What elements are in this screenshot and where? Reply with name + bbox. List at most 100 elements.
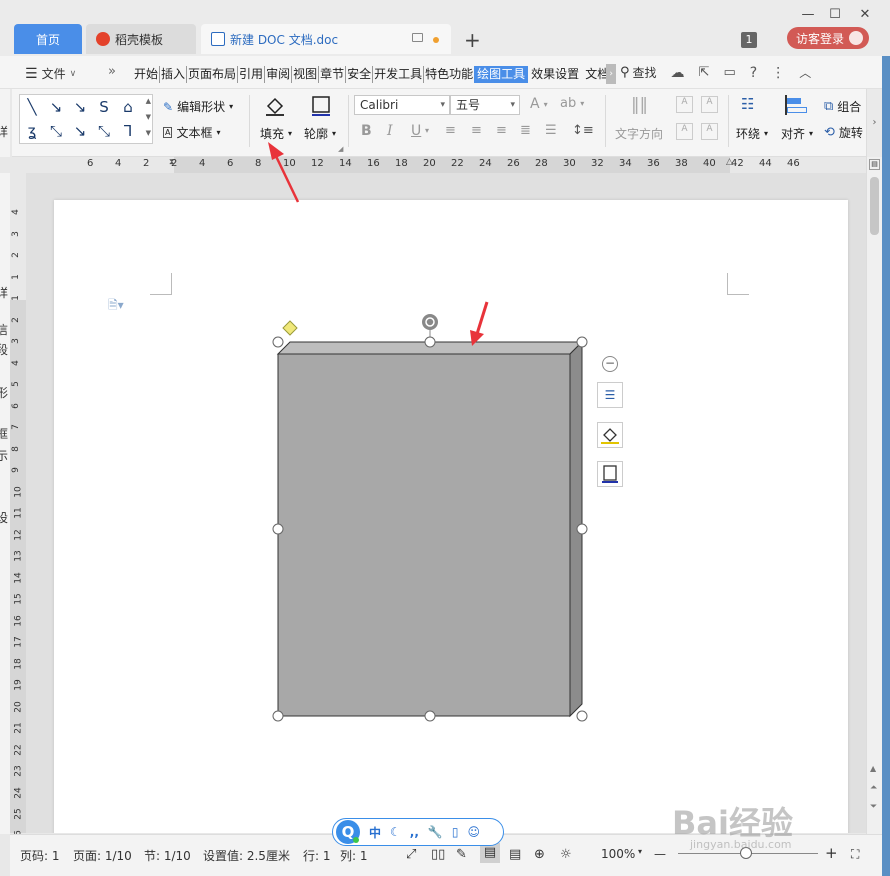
zoom-out-button[interactable]: —: [654, 847, 666, 861]
resize-handle-b[interactable]: [424, 710, 436, 722]
italic-button[interactable]: I: [387, 123, 393, 139]
status-page-number[interactable]: 页码: 1: [20, 847, 60, 864]
status-row[interactable]: 行: 1: [303, 847, 331, 864]
chevron-down-icon[interactable]: ▾: [425, 126, 429, 135]
menu-tab-view[interactable]: 视图: [292, 65, 320, 83]
rotate-button[interactable]: ⟲ 旋转: [824, 124, 863, 141]
tab-home[interactable]: 首页: [14, 24, 82, 54]
edit-shape-button[interactable]: ✎ 编辑形状 ▾: [163, 98, 233, 115]
align-left-icon[interactable]: ≡: [445, 123, 456, 138]
connector-shape-icon[interactable]: ⤡: [48, 123, 64, 139]
menu-tab-chapter[interactable]: 章节: [319, 65, 347, 83]
menu-tab-drawing-tools[interactable]: 绘图工具: [474, 65, 529, 83]
align-right-icon[interactable]: ≡: [496, 123, 507, 138]
menu-tab-text-cut[interactable]: 文档: [584, 66, 606, 83]
outline-view-icon[interactable]: ▤: [509, 847, 521, 862]
clipboard-icon[interactable]: ▯: [452, 825, 459, 839]
page-view-icon[interactable]: ▤: [480, 843, 500, 863]
rotate-handle-icon[interactable]: [422, 314, 438, 330]
collapse-quick-tools-icon[interactable]: −: [602, 356, 618, 372]
font-family-select[interactable]: Calibri ▾: [354, 95, 450, 115]
resize-handle-r[interactable]: [576, 523, 588, 535]
help-button[interactable]: ?: [750, 65, 757, 81]
resize-handle-br[interactable]: [576, 710, 588, 722]
resize-handle-bl[interactable]: [272, 710, 284, 722]
add-tab-button[interactable]: +: [464, 28, 481, 52]
right-indent-marker-icon[interactable]: △: [726, 157, 733, 167]
more-menu-icon[interactable]: »: [108, 64, 116, 79]
group-button[interactable]: ⧉ 组合: [824, 98, 861, 115]
wrench-icon[interactable]: 🔧: [428, 825, 443, 839]
tab-document[interactable]: 新建 DOC 文档.doc: [201, 24, 451, 54]
menu-tab-effect[interactable]: 效果设置: [530, 66, 580, 83]
status-column[interactable]: 列: 1: [340, 847, 368, 864]
smiley-icon[interactable]: ☺: [467, 825, 480, 839]
edit-mode-icon[interactable]: ✎: [456, 847, 467, 862]
web-view-icon[interactable]: ⊕: [534, 847, 545, 862]
vertical-scrollbar[interactable]: ▤ ▲ ⏶ ⏷: [866, 157, 882, 834]
adjust-handle-icon[interactable]: [282, 320, 298, 336]
text-align-bottom-icon[interactable]: A: [676, 123, 693, 140]
wrap-button[interactable]: ☷ 环绕 ▾: [734, 95, 774, 147]
eye-protect-icon[interactable]: ☼: [560, 847, 572, 862]
status-setting-value[interactable]: 设置值: 2.5厘米: [203, 847, 290, 864]
moon-icon[interactable]: ☾: [390, 825, 401, 839]
chevron-down-icon[interactable]: ▾: [638, 847, 642, 856]
more-options-icon[interactable]: ⋮: [771, 65, 785, 81]
resize-handle-t[interactable]: [424, 336, 436, 348]
document-page[interactable]: 🗎▾ − ☰: [54, 200, 848, 833]
read-mode-icon[interactable]: ▯▯: [431, 847, 445, 862]
curve-shape-icon[interactable]: S: [96, 99, 112, 115]
gallery-down-icon[interactable]: ▼: [146, 113, 151, 121]
menu-tab-developer[interactable]: 开发工具: [373, 65, 425, 83]
resize-handle-tr[interactable]: [576, 336, 588, 348]
menu-scroll-right-icon[interactable]: ›: [606, 64, 617, 84]
text-direction-button[interactable]: ‖‖ 文字方向: [615, 95, 669, 147]
shape-gallery[interactable]: ╲ ↘ ↘ S ⌂ ʓ ⤡ ↘ ⤡ ⅂ ▲ ▼ ▼: [19, 94, 153, 144]
close-button[interactable]: ✕: [858, 8, 872, 22]
menu-tab-reference[interactable]: 引用: [238, 65, 266, 83]
status-section[interactable]: 节: 1/10: [144, 847, 191, 864]
gallery-up-icon[interactable]: ▲: [146, 97, 151, 105]
document-canvas[interactable]: 🗎▾ − ☰: [26, 173, 866, 833]
scrollbar-thumb[interactable]: [870, 177, 879, 235]
fit-window-icon[interactable]: ⛶: [851, 847, 859, 862]
menu-tab-start[interactable]: 开始: [133, 65, 161, 83]
quick-outline-icon[interactable]: [597, 461, 623, 487]
chevron-up-icon[interactable]: ︿: [799, 64, 811, 81]
font-size-select[interactable]: 五号 ▾: [450, 95, 520, 115]
ruler-toggle-icon[interactable]: ▤: [869, 159, 880, 170]
search-button[interactable]: ⚲ 查找: [620, 64, 657, 81]
quick-fill-icon[interactable]: [597, 422, 623, 448]
line-spacing-icon[interactable]: ↕≡: [572, 123, 594, 138]
vertical-ruler[interactable]: 4 3 2 1 1 2 3 4 5 6 7 8 9 10 11 12 13 14 15 16 17 18 19 20 21 22 2…: [10, 173, 26, 841]
ribbon-scroll-right-icon[interactable]: ›: [866, 89, 882, 157]
menu-tab-review[interactable]: 审阅: [265, 65, 293, 83]
text-box-button[interactable]: A 文本框 ▾: [163, 124, 221, 141]
resize-handle-l[interactable]: [272, 523, 284, 535]
window-count-badge[interactable]: 1: [741, 32, 757, 48]
text-align-top-icon[interactable]: A: [676, 96, 693, 113]
line-shape-icon[interactable]: ╲: [24, 99, 40, 115]
underline-button[interactable]: U: [411, 123, 421, 139]
tab-template[interactable]: 稻壳模板: [86, 24, 196, 54]
bold-button[interactable]: B: [361, 123, 372, 139]
elbow-connector-icon[interactable]: ⅂: [120, 123, 136, 139]
freeform-shape-icon[interactable]: ⌂: [120, 99, 136, 115]
dialog-launcher-icon[interactable]: ◢: [338, 145, 343, 153]
collapse-ribbon-icon[interactable]: ▭: [723, 65, 735, 80]
menu-tab-special[interactable]: 特色功能: [424, 66, 474, 83]
cube-shape[interactable]: [270, 314, 596, 734]
resize-handle-tl[interactable]: [272, 336, 284, 348]
text-unlink-icon[interactable]: A: [701, 123, 718, 140]
align-button[interactable]: 对齐 ▾: [779, 95, 819, 147]
minimize-button[interactable]: —: [801, 8, 815, 22]
double-arrow-shape-icon[interactable]: ↘: [72, 99, 88, 115]
scribble-shape-icon[interactable]: ʓ: [24, 123, 40, 139]
highlight-button[interactable]: ab ▾: [560, 96, 584, 111]
ime-logo-icon[interactable]: Q: [336, 820, 360, 844]
align-center-icon[interactable]: ≡: [471, 123, 482, 138]
connector-double-icon[interactable]: ⤡: [96, 123, 112, 139]
scroll-up-icon[interactable]: ▲: [870, 764, 876, 773]
fullscreen-icon[interactable]: ⤢: [406, 847, 416, 862]
